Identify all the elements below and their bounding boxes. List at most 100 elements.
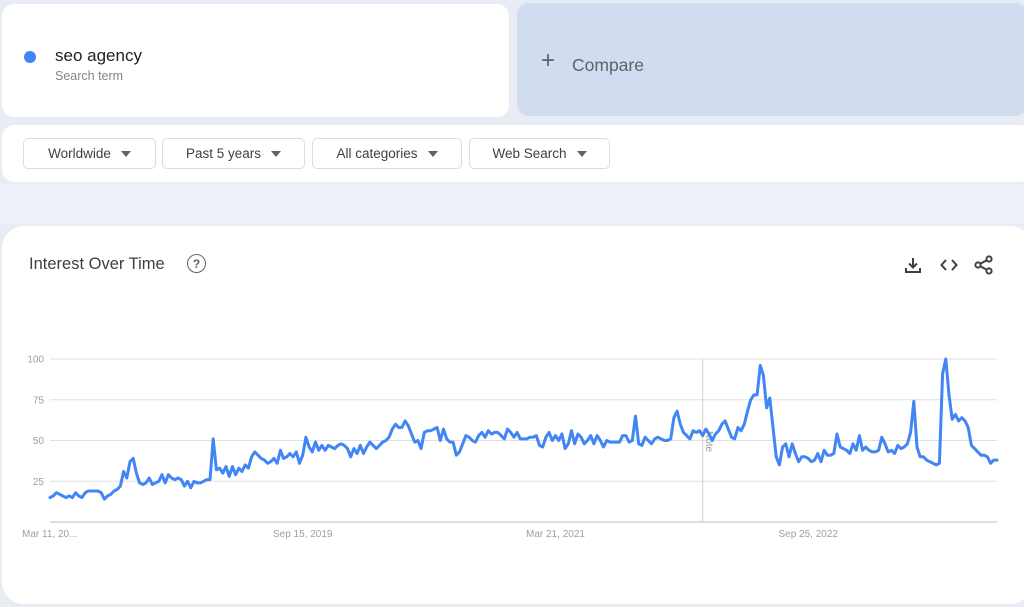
data-point[interactable] — [374, 447, 378, 451]
data-point[interactable] — [243, 463, 247, 467]
data-point[interactable] — [122, 470, 126, 474]
data-point[interactable] — [921, 455, 925, 459]
data-point[interactable] — [755, 393, 759, 397]
data-point[interactable] — [234, 473, 238, 477]
data-point[interactable] — [288, 452, 292, 456]
data-point[interactable] — [678, 422, 682, 426]
data-point[interactable] — [442, 427, 446, 431]
data-point[interactable] — [579, 435, 583, 439]
data-point[interactable] — [912, 399, 916, 403]
data-point[interactable] — [634, 414, 638, 418]
data-point[interactable] — [294, 450, 298, 454]
data-point[interactable] — [70, 496, 74, 500]
data-point[interactable] — [944, 357, 948, 361]
data-point[interactable] — [880, 435, 884, 439]
data-point[interactable] — [589, 434, 593, 438]
data-point[interactable] — [669, 437, 673, 441]
data-point[interactable] — [224, 465, 228, 469]
data-point[interactable] — [278, 448, 282, 452]
data-point[interactable] — [618, 440, 622, 444]
data-point[interactable] — [342, 443, 346, 447]
data-point[interactable] — [211, 437, 215, 441]
data-point[interactable] — [813, 458, 817, 462]
data-point[interactable] — [883, 442, 887, 446]
data-point[interactable] — [346, 447, 350, 451]
data-point[interactable] — [451, 440, 455, 444]
data-point[interactable] — [272, 456, 276, 460]
data-point[interactable] — [115, 487, 119, 491]
data-point[interactable] — [570, 429, 574, 433]
data-point[interactable] — [160, 473, 164, 477]
data-point[interactable] — [445, 437, 449, 441]
data-point[interactable] — [419, 447, 423, 451]
data-point[interactable] — [566, 442, 570, 446]
data-point[interactable] — [592, 442, 596, 446]
data-point[interactable] — [643, 435, 647, 439]
data-point[interactable] — [314, 440, 318, 444]
data-point[interactable] — [547, 430, 551, 434]
data-point[interactable] — [832, 452, 836, 456]
data-point[interactable] — [365, 445, 369, 449]
data-point[interactable] — [966, 426, 970, 430]
data-point[interactable] — [819, 460, 823, 464]
data-point[interactable] — [534, 434, 538, 438]
data-point[interactable] — [586, 439, 590, 443]
data-point[interactable] — [960, 416, 964, 420]
data-point[interactable] — [781, 445, 785, 449]
data-point[interactable] — [765, 406, 769, 410]
data-point[interactable] — [182, 484, 186, 488]
data-point[interactable] — [953, 412, 957, 416]
data-point[interactable] — [573, 442, 577, 446]
data-point[interactable] — [854, 448, 858, 452]
data-point[interactable] — [845, 448, 849, 452]
data-point[interactable] — [784, 442, 788, 446]
data-point[interactable] — [768, 396, 772, 400]
data-point[interactable] — [275, 461, 279, 465]
data-point[interactable] — [371, 443, 375, 447]
data-point[interactable] — [256, 453, 260, 457]
data-point[interactable] — [774, 455, 778, 459]
data-point[interactable] — [909, 430, 913, 434]
data-point[interactable] — [163, 481, 167, 485]
data-point[interactable] — [483, 435, 487, 439]
data-point[interactable] — [499, 434, 503, 438]
data-point[interactable] — [915, 445, 919, 449]
data-point[interactable] — [454, 453, 458, 457]
data-point[interactable] — [502, 437, 506, 441]
data-point[interactable] — [166, 473, 170, 477]
data-point[interactable] — [822, 448, 826, 452]
data-point[interactable] — [496, 430, 500, 434]
data-point[interactable] — [777, 463, 781, 467]
data-point[interactable] — [758, 364, 762, 368]
data-point[interactable] — [157, 479, 161, 483]
data-point[interactable] — [147, 476, 151, 480]
data-point[interactable] — [710, 439, 714, 443]
data-point[interactable] — [285, 455, 289, 459]
data-point[interactable] — [941, 372, 945, 376]
data-point[interactable] — [835, 432, 839, 436]
data-point[interactable] — [957, 419, 961, 423]
data-point[interactable] — [554, 434, 558, 438]
data-point[interactable] — [227, 474, 231, 478]
data-point[interactable] — [793, 452, 797, 456]
data-point[interactable] — [74, 491, 78, 495]
data-point[interactable] — [515, 430, 519, 434]
data-point[interactable] — [246, 466, 250, 470]
data-point[interactable] — [560, 432, 564, 436]
data-point[interactable] — [861, 448, 865, 452]
data-point[interactable] — [480, 430, 484, 434]
data-point[interactable] — [186, 479, 190, 483]
interest-line-chart[interactable]: 25 50 75 100 Mar 11, 20... Sep 15, 2019 Mar 21… — [0, 0, 1024, 607]
data-point[interactable] — [550, 439, 554, 443]
data-point[interactable] — [317, 448, 321, 452]
data-point[interactable] — [352, 447, 356, 451]
data-point[interactable] — [848, 452, 852, 456]
data-point[interactable] — [208, 478, 212, 482]
data-point[interactable] — [307, 445, 311, 449]
data-point[interactable] — [717, 429, 721, 433]
data-point[interactable] — [989, 461, 993, 465]
data-point[interactable] — [714, 432, 718, 436]
data-point[interactable] — [698, 429, 702, 433]
data-point[interactable] — [995, 458, 999, 462]
data-point[interactable] — [269, 460, 273, 464]
